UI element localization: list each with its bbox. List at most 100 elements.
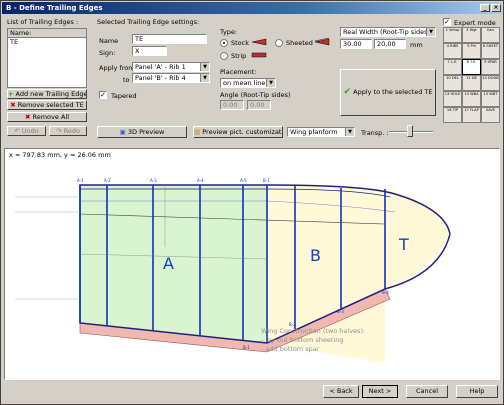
tool-panel-icon[interactable]: 5 Pnl (462, 43, 481, 59)
tapered-checkbox[interactable]: ✓ (99, 91, 107, 99)
close-button[interactable]: × (491, 4, 501, 12)
construction-note-line-1: Wing Construction (two halves): (261, 327, 365, 335)
angle-tip-input[interactable]: 0.00 (247, 100, 271, 110)
placement-select[interactable]: on mean line ▼ (220, 78, 276, 88)
tapered-label: Tapered (111, 92, 137, 100)
width-unit: mm (410, 41, 423, 49)
sign-input[interactable]: X (132, 46, 167, 56)
tool-de-icon[interactable]: 11 DE (462, 75, 481, 91)
list-column-header: Name: (8, 29, 86, 38)
3d-preview-button[interactable]: ▣ 3D Preview (97, 126, 187, 138)
panel-t-label: T (398, 235, 409, 254)
tool-le-icon[interactable]: 7 L.E. (443, 59, 462, 75)
tool-hole-icon[interactable]: 13 HOLE (443, 91, 462, 107)
rib-label-b1: B-1 (243, 345, 250, 350)
undo-button[interactable]: ↶ Undo (7, 126, 46, 136)
rib-label-a2: A-2 (104, 178, 111, 183)
wing-planform-canvas[interactable]: x = 797.83 mm, y = 26.06 mm A B T A-1 A-… (4, 148, 500, 380)
list-heading: List of Trailing Edges : (7, 18, 79, 26)
transparency-slider-thumb[interactable] (407, 125, 413, 137)
rib-label-b3: B-3 (337, 309, 344, 314)
strip-label: Strip (231, 52, 247, 60)
tool-sheet-icon[interactable]: 6 SHEET (481, 43, 500, 59)
plus-icon: + (8, 90, 14, 98)
tip-width-input[interactable]: 20.00 (374, 39, 406, 49)
strip-profile-icon (251, 52, 267, 58)
to-label: to (123, 76, 130, 84)
preview-customization-button[interactable]: ▤ Preview pict. customization (193, 126, 283, 138)
te-listbox[interactable]: Name: TE (7, 28, 87, 88)
redo-button[interactable]: ↷ Redo (49, 126, 87, 136)
chevron-down-icon: ▼ (345, 128, 354, 136)
tool-tip-icon[interactable]: 16 TIP (443, 107, 462, 123)
back-button[interactable]: < Back (323, 385, 359, 398)
sign-label: Sign: (99, 49, 116, 57)
tool-setup-icon[interactable]: 2 Setup (443, 27, 462, 43)
angle-root-input[interactable]: 0.00 (220, 100, 244, 110)
stock-label: Stock (231, 39, 249, 47)
tool-save-icon[interactable]: SAVE (481, 107, 500, 123)
tool-te-icon[interactable]: 8 T.E. (462, 59, 481, 75)
settings-heading: Selected Trailing Edge settings: (97, 18, 200, 26)
name-label: Name (99, 37, 119, 45)
tool-wbt-icon[interactable]: 15 WBT (481, 91, 500, 107)
sheeted-label: Sheeted (286, 39, 313, 47)
rib-label-b4: B-4 (382, 290, 389, 295)
tool-palette: 2 Setup 3 Wgt Gen 4 RIBS 5 Pnl 6 SHEET 7… (443, 27, 500, 123)
tool-gen-icon[interactable]: Gen (481, 27, 500, 43)
title-bar: B - Define Trailing Edges _ × (2, 2, 502, 14)
list-item[interactable]: TE (8, 38, 86, 47)
chevron-down-icon: ▼ (266, 79, 275, 87)
remove-selected-te-button[interactable]: ✖ Remove selected TE (7, 100, 87, 110)
stock-radio[interactable] (220, 39, 228, 47)
cancel-button[interactable]: Cancel (406, 385, 448, 398)
add-trailing-edge-button[interactable]: + Add new Trailing Edge (7, 89, 87, 99)
tool-flap-icon[interactable]: 17 FLAP (462, 107, 481, 123)
view-select[interactable]: Wing planform ▼ (287, 127, 355, 137)
construction-note-line-3: - add bottom spar (261, 345, 320, 353)
width-mode-select[interactable]: Real Width (Root-Tip sides): ▼ (340, 27, 436, 37)
panel-a-label: A (163, 254, 174, 273)
tool-del-icon[interactable]: 10 DEL (443, 75, 462, 91)
tool-spar-icon[interactable]: 9 SPAR (481, 59, 500, 75)
apply-from-label: Apply from (99, 64, 135, 72)
tool-ribs-icon[interactable]: 4 RIBS (443, 43, 462, 59)
rib-label-a4: A-4 (197, 178, 204, 183)
to-select[interactable]: Panel 'B' - Rib 4 ▼ (132, 73, 210, 83)
x-icon: ✖ (10, 101, 16, 109)
next-button[interactable]: Next > (362, 385, 398, 398)
angle-label: Angle (Root-Tip sides) (220, 91, 291, 99)
picture-icon: ▤ (194, 128, 201, 136)
chevron-down-icon: ▼ (200, 74, 209, 82)
remove-all-button[interactable]: ✖ Remove All (7, 112, 87, 122)
minimize-button[interactable]: _ (480, 4, 490, 12)
tip-region (385, 189, 450, 289)
stock-profile-icon (251, 38, 267, 46)
expert-mode-label: Expert mode (454, 19, 496, 27)
strip-radio[interactable] (220, 52, 228, 60)
name-input[interactable]: TE (132, 34, 207, 44)
wing-planform-drawing: A B T A-1 A-2 A-3 A-4 A-5 B-1 B-1 B-2 B-… (15, 178, 451, 363)
cube-icon: ▣ (119, 128, 126, 136)
construction-note-line-2: - lay out bottom sheeting (261, 336, 344, 344)
help-button[interactable]: Help (456, 385, 498, 398)
root-width-input[interactable]: 30.00 (340, 39, 372, 49)
rib-label-a1: A-1 (77, 178, 84, 183)
checkmark-icon: ✔ (343, 87, 352, 97)
apply-to-selected-button[interactable]: ✔ Apply to the selected TE (340, 69, 436, 116)
placement-label: Placement: (220, 68, 257, 76)
rib-label-b1-top: B-1 (263, 178, 270, 183)
redo-icon: ↷ (56, 127, 62, 135)
undo-icon: ↶ (14, 127, 20, 135)
sheeted-profile-icon (314, 37, 330, 46)
tool-wba-icon[interactable]: 14 WBA (462, 91, 481, 107)
sheeted-radio[interactable] (275, 39, 283, 47)
from-select[interactable]: Panel 'A' - Rib 1 ▼ (132, 62, 210, 72)
panel-b-label: B (310, 246, 321, 265)
expert-mode-checkbox[interactable]: ✓ (443, 18, 451, 26)
tool-weight-icon[interactable]: 3 Wgt (462, 27, 481, 43)
chevron-down-icon: ▼ (426, 28, 435, 36)
tool-doubler-icon[interactable]: 12 DOUB (481, 75, 500, 91)
transparency-label: Transp. : (361, 129, 389, 137)
rib-label-a5: A-5 (240, 178, 247, 183)
